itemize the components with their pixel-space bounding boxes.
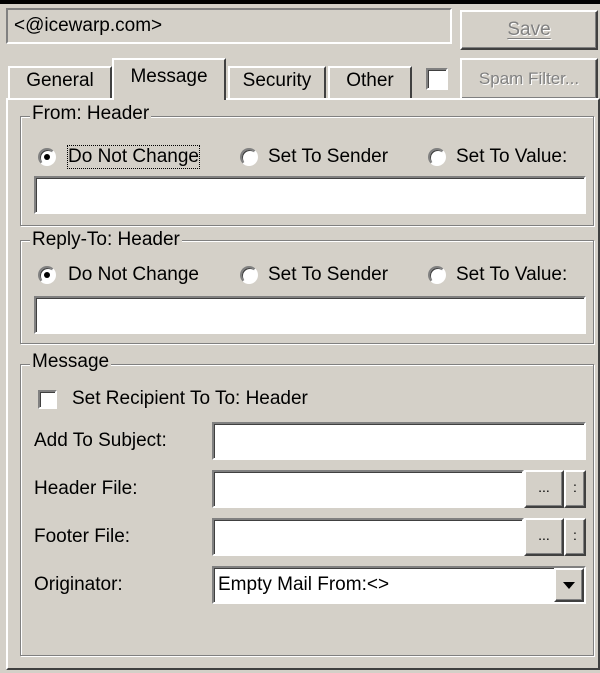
reply-set-to-sender-radio[interactable] xyxy=(240,266,258,284)
tab-general-label: General xyxy=(26,70,94,91)
spam-filter-button[interactable]: Spam Filter... xyxy=(460,58,598,100)
reply-do-not-change-label[interactable]: Do Not Change xyxy=(68,264,199,286)
from-do-not-change-radio[interactable] xyxy=(38,148,56,166)
chevron-down-icon xyxy=(563,582,575,589)
from-set-to-sender-radio[interactable] xyxy=(240,148,258,166)
tab-message[interactable]: Message xyxy=(112,58,226,100)
account-field[interactable]: <@icewarp.com> xyxy=(6,8,452,44)
footer-file-edit-button[interactable]: : xyxy=(564,518,586,556)
originator-dropdown-button[interactable] xyxy=(554,568,584,602)
reply-to-header-title: Reply-To: Header xyxy=(30,229,182,250)
footer-file-input[interactable] xyxy=(212,518,524,556)
footer-file-browse-button[interactable]: ... xyxy=(524,518,564,556)
from-value-input[interactable] xyxy=(34,176,586,214)
header-file-label: Header File: xyxy=(34,478,138,499)
message-title: Message xyxy=(30,351,112,372)
from-set-to-value-radio[interactable] xyxy=(428,148,446,166)
from-set-to-value-label[interactable]: Set To Value: xyxy=(456,146,567,168)
account-value: <@icewarp.com> xyxy=(14,15,163,36)
save-button[interactable]: Save xyxy=(460,10,598,50)
set-recipient-checkbox[interactable] xyxy=(38,390,57,409)
originator-label: Originator: xyxy=(34,574,123,595)
reply-do-not-change-radio[interactable] xyxy=(38,266,56,284)
footer-file-edit-label: : xyxy=(573,527,577,543)
tab-general[interactable]: General xyxy=(8,66,112,98)
header-file-edit-button[interactable]: : xyxy=(564,470,586,508)
originator-value: Empty Mail From:<> xyxy=(218,574,390,595)
tab-other[interactable]: Other xyxy=(328,66,412,98)
spam-filter-checkbox[interactable] xyxy=(426,68,448,90)
tab-message-label: Message xyxy=(130,66,208,87)
top-border xyxy=(0,0,600,4)
from-header-title: From: Header xyxy=(30,103,152,124)
from-set-to-sender-label[interactable]: Set To Sender xyxy=(268,146,388,168)
spam-filter-button-label: Spam Filter... xyxy=(478,69,580,88)
header-file-input[interactable] xyxy=(212,470,524,508)
tab-security[interactable]: Security xyxy=(228,66,326,98)
header-file-browse-label: ... xyxy=(538,479,550,495)
reply-to-value-input[interactable] xyxy=(34,296,586,334)
save-button-label: Save xyxy=(507,19,551,40)
reply-set-to-value-radio[interactable] xyxy=(428,266,446,284)
add-to-subject-label: Add To Subject: xyxy=(34,430,167,451)
set-recipient-label[interactable]: Set Recipient To To: Header xyxy=(72,388,308,410)
tab-other-label: Other xyxy=(346,70,394,91)
header-file-browse-button[interactable]: ... xyxy=(524,470,564,508)
originator-select[interactable]: Empty Mail From:<> xyxy=(212,566,586,604)
add-to-subject-input[interactable] xyxy=(212,422,586,460)
header-file-edit-label: : xyxy=(573,479,577,495)
from-do-not-change-label[interactable]: Do Not Change xyxy=(67,145,200,169)
tab-security-label: Security xyxy=(242,70,312,91)
reply-set-to-sender-label[interactable]: Set To Sender xyxy=(268,264,388,286)
footer-file-label: Footer File: xyxy=(34,526,131,547)
reply-set-to-value-label[interactable]: Set To Value: xyxy=(456,264,567,286)
footer-file-browse-label: ... xyxy=(538,527,550,543)
